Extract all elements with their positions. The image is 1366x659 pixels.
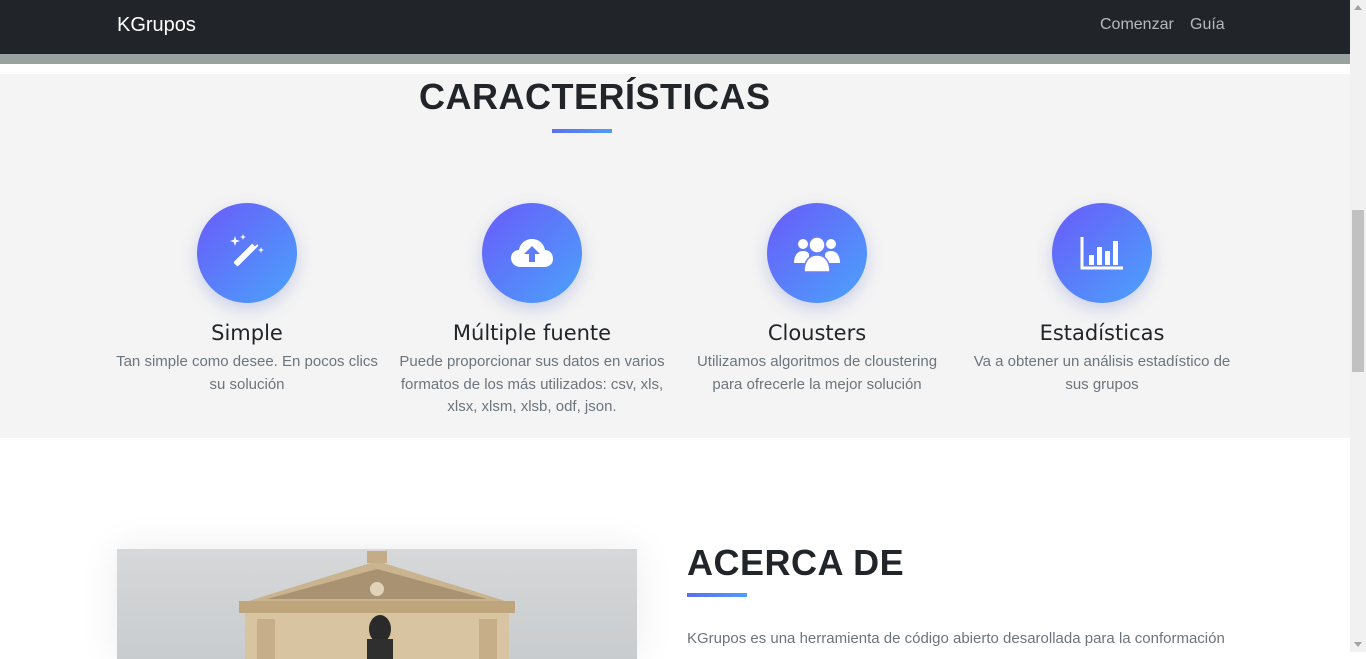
features-title: CARACTERÍSTICAS [419, 76, 771, 117]
nav-link-guia[interactable]: Guía [1190, 16, 1225, 34]
feature-description: Va a obtener un análisis estadístico de … [973, 353, 1231, 393]
scrollbar-thumb[interactable] [1352, 210, 1364, 372]
about-building-photo [117, 549, 637, 659]
feature-title: Clousters [767, 321, 867, 345]
feature-icon-circle [767, 203, 867, 303]
feature-card-multiple-source: Múltiple fuente Puede proporcionar sus d… [397, 203, 667, 419]
about-title: ACERCA DE [687, 542, 905, 583]
nav-link-comenzar[interactable]: Comenzar [1100, 16, 1174, 34]
users-icon [794, 236, 840, 273]
feature-card-simple: Simple Tan simple como desee. En pocos c… [112, 203, 382, 396]
feature-icon-circle [482, 203, 582, 303]
scroll-down-arrow-icon[interactable] [1353, 639, 1363, 649]
features-title-underline [552, 129, 612, 133]
bar-chart-icon [1080, 237, 1123, 270]
feature-card-clousters: Clousters Utilizamos algoritmos de clous… [682, 203, 952, 396]
magic-wand-icon [230, 234, 264, 267]
scroll-up-arrow-icon[interactable] [1353, 3, 1363, 13]
feature-description: Puede proporcionar sus datos en varios f… [399, 353, 665, 415]
feature-icon-circle [1052, 203, 1152, 303]
building-illustration [239, 551, 515, 659]
cloud-upload-icon [511, 239, 553, 267]
feature-card-estadisticas: Estadísticas Va a obtener un análisis es… [967, 203, 1237, 396]
brand-link[interactable]: KGrupos [117, 14, 196, 37]
feature-description: Utilizamos algoritmos de cloustering par… [696, 353, 938, 393]
feature-title: Simple [211, 321, 283, 345]
hero-image-strip [0, 54, 1350, 64]
feature-description: Tan simple como desee. En pocos clics su… [116, 353, 378, 393]
about-title-underline [687, 593, 747, 597]
feature-title: Estadísticas [1039, 321, 1165, 345]
top-navbar: KGrupos Comenzar Guía [0, 0, 1350, 54]
about-description: KGrupos es una herramienta de código abi… [687, 630, 1225, 647]
feature-title: Múltiple fuente [452, 321, 612, 345]
feature-icon-circle [197, 203, 297, 303]
